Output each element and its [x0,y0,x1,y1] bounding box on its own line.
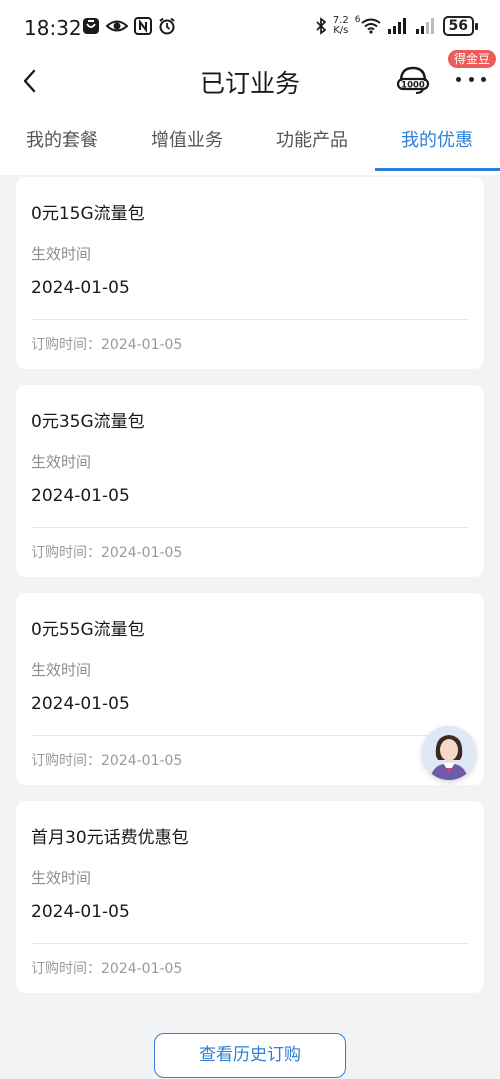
effective-date: 2024-01-05 [31,278,130,298]
alarm-icon [159,17,175,35]
effective-date: 2024-01-05 [31,486,130,506]
status-right-icons: 7.2 K/s 6 56 [315,15,479,36]
card-title: 0元35G流量包 [31,412,145,432]
card-title: 首月30元话费优惠包 [31,828,189,848]
status-left-icons [82,17,176,35]
bluetooth-icon [316,17,327,35]
order-time: 订购时间：2024-01-05 [31,961,183,977]
tab-active-indicator [375,168,500,171]
tab-value-added[interactable]: 增值业务 [151,126,223,152]
wifi-label: 6 [354,15,361,25]
discount-card: 0元55G流量包 生效时间 2024-01-05 订购时间：2024-01-05 [16,593,484,785]
discount-card: 首月30元话费优惠包 生效时间 2024-01-05 订购时间：2024-01-… [16,801,484,993]
tab-bar: 我的套餐 增值业务 功能产品 我的优惠 [0,118,500,172]
signal-icon-2 [415,18,434,34]
more-icon[interactable] [456,74,486,84]
card-divider [31,943,469,944]
tab-my-plan[interactable]: 我的套餐 [26,126,98,152]
eye-icon [106,20,128,32]
battery-icon: 56 [442,16,479,36]
order-time: 订购时间：2024-01-05 [31,753,183,769]
effective-date: 2024-01-05 [31,694,130,714]
network-speed: 7.2 K/s [333,16,349,36]
effective-time-label: 生效时间 [31,869,92,887]
order-time: 订购时间：2024-01-05 [31,337,183,353]
app-notification-icon [83,18,99,34]
effective-time-label: 生效时间 [31,245,92,263]
card-title: 0元15G流量包 [31,204,145,224]
discount-card: 0元35G流量包 生效时间 2024-01-05 订购时间：2024-01-05 [16,385,484,577]
discount-card: 0元15G流量包 生效时间 2024-01-05 订购时间：2024-01-05 [16,177,484,369]
assistant-avatar[interactable] [422,726,476,780]
card-divider [31,735,469,736]
order-time: 订购时间：2024-01-05 [31,545,183,561]
navigation-bar: 已订业务 1000 得金豆 [0,50,500,108]
nfc-icon [134,17,152,35]
card-divider [31,527,469,528]
headset-10000-icon[interactable]: 1000 [396,64,430,98]
effective-date: 2024-01-05 [31,902,130,922]
status-time: 18:32 [24,16,82,40]
card-divider [31,319,469,320]
assistant-avatar-icon [422,726,476,780]
wifi-icon [360,18,381,34]
network-speed-unit: K/s [333,25,349,36]
view-history-button[interactable]: 查看历史订购 [154,1033,346,1078]
svg-text:1000: 1000 [401,81,425,91]
card-title: 0元55G流量包 [31,620,145,640]
signal-icon [387,18,406,34]
coin-badge[interactable]: 得金豆 [448,50,497,68]
effective-time-label: 生效时间 [31,453,92,471]
status-bar: 18:32 7.2 K/s 6 56 [0,0,500,56]
effective-time-label: 生效时间 [31,661,92,679]
tab-function-products[interactable]: 功能产品 [276,126,348,152]
tab-my-discounts[interactable]: 我的优惠 [401,126,473,152]
